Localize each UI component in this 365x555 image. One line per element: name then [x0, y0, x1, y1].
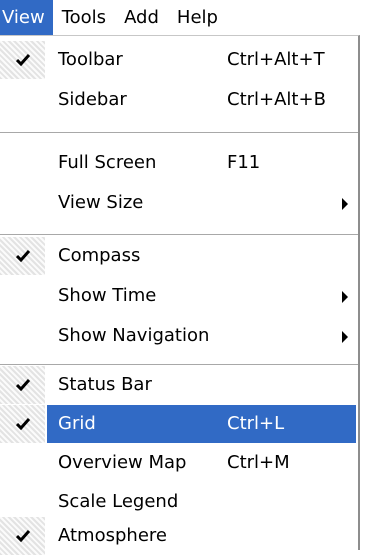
checkmark-icon	[0, 366, 45, 404]
checkmark-icon	[0, 405, 45, 443]
menu-item-show-navigation[interactable]: Show Navigation	[0, 317, 356, 355]
menu-item-label: Show Time	[58, 285, 157, 306]
menu-item-view-size[interactable]: View Size	[0, 184, 356, 222]
menu-item-label: View Size	[58, 192, 144, 213]
menu-help[interactable]: Help	[168, 0, 227, 35]
menu-item-status-bar[interactable]: Status Bar	[0, 366, 356, 404]
menu-item-shortcut: Ctrl+Alt+B	[227, 89, 326, 110]
checkmark-icon	[0, 41, 45, 79]
menu-tools[interactable]: Tools	[53, 0, 115, 35]
menu-item-label: Status Bar	[58, 374, 152, 395]
menu-separator	[0, 132, 358, 134]
menu-view[interactable]: View	[0, 0, 53, 35]
menu-item-label: Grid	[58, 413, 96, 434]
menu-item-shortcut: Ctrl+M	[227, 452, 290, 473]
menu-item-grid[interactable]: Grid Ctrl+L	[0, 405, 356, 443]
menu-item-full-screen[interactable]: Full Screen F11	[0, 144, 356, 182]
menu-item-label: Overview Map	[58, 452, 187, 473]
menu-bar: View Tools Add Help	[0, 0, 365, 35]
menu-item-label: Scale Legend	[58, 491, 179, 512]
menu-item-toolbar[interactable]: Toolbar Ctrl+Alt+T	[0, 41, 356, 79]
menu-item-sidebar[interactable]: Sidebar Ctrl+Alt+B	[0, 81, 356, 119]
submenu-arrow-icon	[342, 198, 348, 210]
menu-item-label: Compass	[58, 245, 141, 266]
checkmark-icon	[0, 237, 45, 275]
menu-item-label: Full Screen	[58, 152, 157, 173]
view-dropdown-menu: Toolbar Ctrl+Alt+T Sidebar Ctrl+Alt+B Fu…	[0, 35, 360, 555]
menu-add[interactable]: Add	[115, 0, 168, 35]
menu-item-label: Atmosphere	[58, 525, 167, 546]
menu-item-compass[interactable]: Compass	[0, 237, 356, 275]
menu-item-shortcut: Ctrl+L	[227, 413, 285, 434]
menu-item-overview-map[interactable]: Overview Map Ctrl+M	[0, 444, 356, 482]
menu-separator	[0, 234, 358, 236]
menu-item-show-time[interactable]: Show Time	[0, 277, 356, 315]
menu-item-label: Show Navigation	[58, 325, 210, 346]
checkmark-icon	[0, 517, 45, 555]
menu-item-label: Toolbar	[58, 49, 123, 70]
submenu-arrow-icon	[342, 331, 348, 343]
menu-item-shortcut: Ctrl+Alt+T	[227, 49, 325, 70]
submenu-arrow-icon	[342, 291, 348, 303]
menu-item-scale-legend[interactable]: Scale Legend	[0, 483, 356, 521]
menu-item-atmosphere[interactable]: Atmosphere	[0, 517, 356, 555]
menu-item-label: Sidebar	[58, 89, 127, 110]
menu-item-shortcut: F11	[227, 152, 261, 173]
